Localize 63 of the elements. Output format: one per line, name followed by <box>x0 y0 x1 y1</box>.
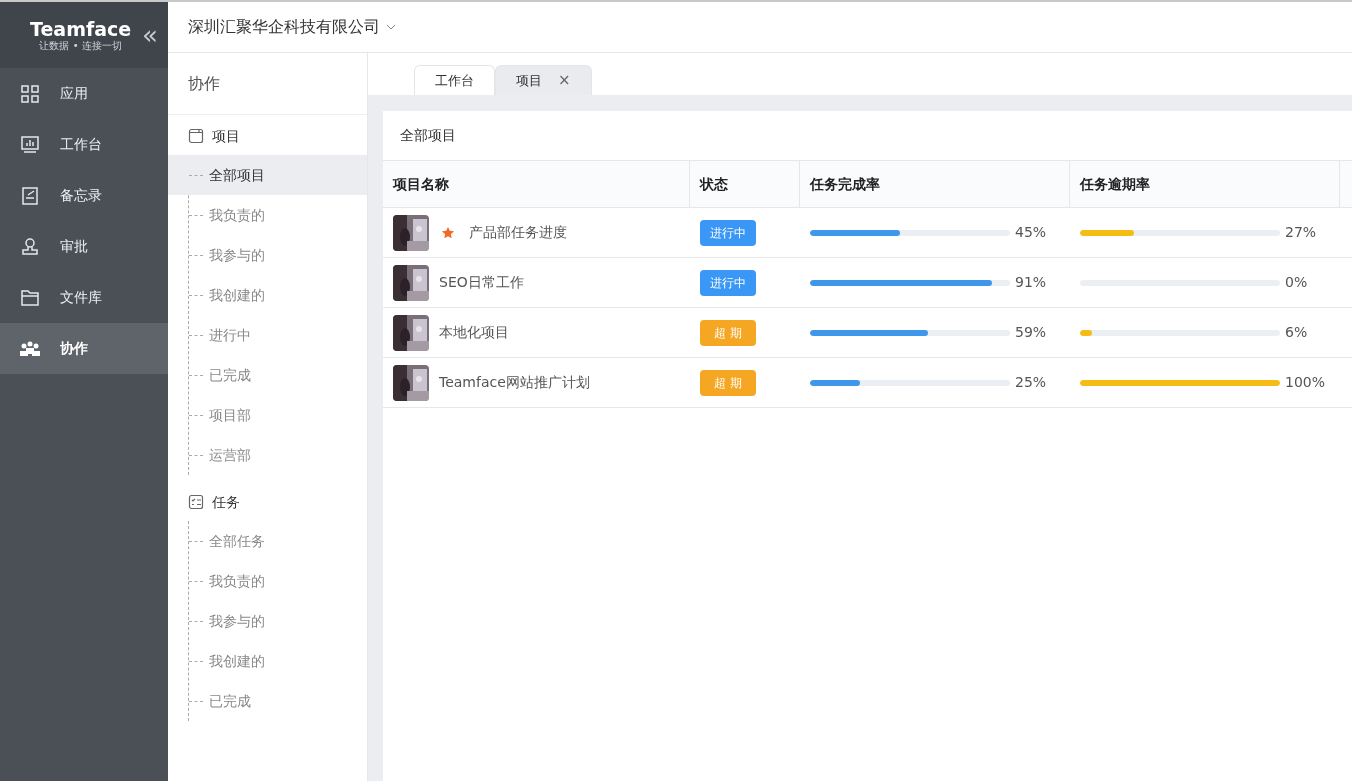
nav-item[interactable]: 协作 <box>0 323 168 374</box>
tree-group-label[interactable]: 项目 <box>212 125 240 147</box>
tree-item[interactable]: 已完成 <box>168 355 367 395</box>
nav-item[interactable]: 审批 <box>0 221 168 272</box>
window-icon <box>188 128 204 144</box>
brand-slogan: 让数据 • 连接一切 <box>39 40 122 52</box>
nav-item[interactable]: 工作台 <box>0 119 168 170</box>
stamp-icon <box>20 236 40 257</box>
project-name[interactable]: 本地化项目 <box>439 322 509 343</box>
chart-icon <box>20 134 40 155</box>
folder-icon <box>20 287 40 308</box>
status-badge: 超 期 <box>700 369 756 396</box>
card-title: 全部项目 <box>400 126 456 145</box>
grid-icon <box>20 83 40 104</box>
tree-item[interactable]: 进行中 <box>168 315 367 355</box>
nav-item[interactable]: 备忘录 <box>0 170 168 221</box>
close-icon[interactable]: × <box>558 69 571 92</box>
tree-item[interactable]: 运营部 <box>168 435 367 475</box>
column-header: 任务完成率 <box>800 161 1070 207</box>
nav-item[interactable]: 文件库 <box>0 272 168 323</box>
chevron-icon <box>386 24 396 30</box>
status-badge: 超 期 <box>700 319 756 346</box>
project-name[interactable]: Teamface网站推广计划 <box>439 372 590 393</box>
column-header: 任务逾期率 <box>1070 161 1340 207</box>
status-badge: 进行中 <box>700 219 756 246</box>
nav-item[interactable]: 应用 <box>0 68 168 119</box>
column-header: 项目名称 <box>383 161 690 207</box>
percent-text: 27% <box>1285 223 1317 242</box>
percent-text: 25% <box>1015 373 1047 392</box>
tree-group-label[interactable]: 任务 <box>212 491 240 513</box>
collapse-button[interactable]: « <box>142 22 158 48</box>
percent-text: 0% <box>1285 273 1308 292</box>
tree-item[interactable]: 全部任务 <box>168 521 367 561</box>
tree-item[interactable]: 我负责的 <box>168 561 367 601</box>
checklist-icon <box>188 494 204 510</box>
tree-item[interactable]: 我负责的 <box>168 195 367 235</box>
company-dropdown[interactable]: 深圳汇聚华企科技有限公司 <box>188 15 396 39</box>
tree-item[interactable]: 我参与的 <box>168 235 367 275</box>
percent-text: 45% <box>1015 223 1047 242</box>
note-icon <box>20 185 40 206</box>
project-name[interactable]: SEO日常工作 <box>439 272 524 293</box>
percent-text: 59% <box>1015 323 1047 342</box>
tree-item[interactable]: 我参与的 <box>168 601 367 641</box>
tree-item[interactable]: 已完成 <box>168 681 367 721</box>
star-icon <box>441 225 455 240</box>
status-badge: 进行中 <box>700 269 756 296</box>
tree-item[interactable]: 项目部 <box>168 395 367 435</box>
table-row[interactable]: 本地化项目 超 期 59% 6% <box>383 308 1352 358</box>
percent-text: 100% <box>1285 373 1326 392</box>
panel-title: 协作 <box>188 72 220 95</box>
project-name[interactable]: 产品部任务进度 <box>469 222 567 243</box>
tree-item[interactable]: 我创建的 <box>168 641 367 681</box>
tree-item[interactable]: 我创建的 <box>168 275 367 315</box>
brand-name: Teamface <box>30 18 132 40</box>
percent-text: 91% <box>1015 273 1047 292</box>
tab[interactable]: 工作台 <box>414 65 495 95</box>
table-row[interactable]: 产品部任务进度 进行中 45% 27% <box>383 208 1352 258</box>
column-header: 状态 <box>690 161 800 207</box>
percent-text: 6% <box>1285 323 1308 342</box>
table-row[interactable]: Teamface网站推广计划 超 期 25% 100% <box>383 358 1352 408</box>
tree-item[interactable]: 全部项目 <box>168 155 367 195</box>
tab[interactable]: 项目 × <box>495 65 592 95</box>
table-row[interactable]: SEO日常工作 进行中 91% 0% <box>383 258 1352 308</box>
